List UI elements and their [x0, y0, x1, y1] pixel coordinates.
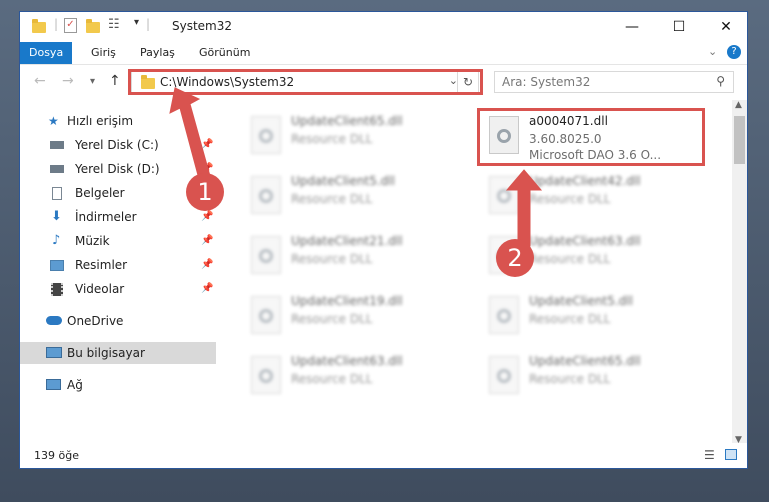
step-badge-1: 1 [186, 173, 224, 211]
annotation-arrows [169, 87, 543, 247]
arrow-to-address-bar [169, 87, 211, 180]
arrow-to-target-file [505, 169, 543, 247]
step-badge-2: 2 [496, 239, 534, 277]
